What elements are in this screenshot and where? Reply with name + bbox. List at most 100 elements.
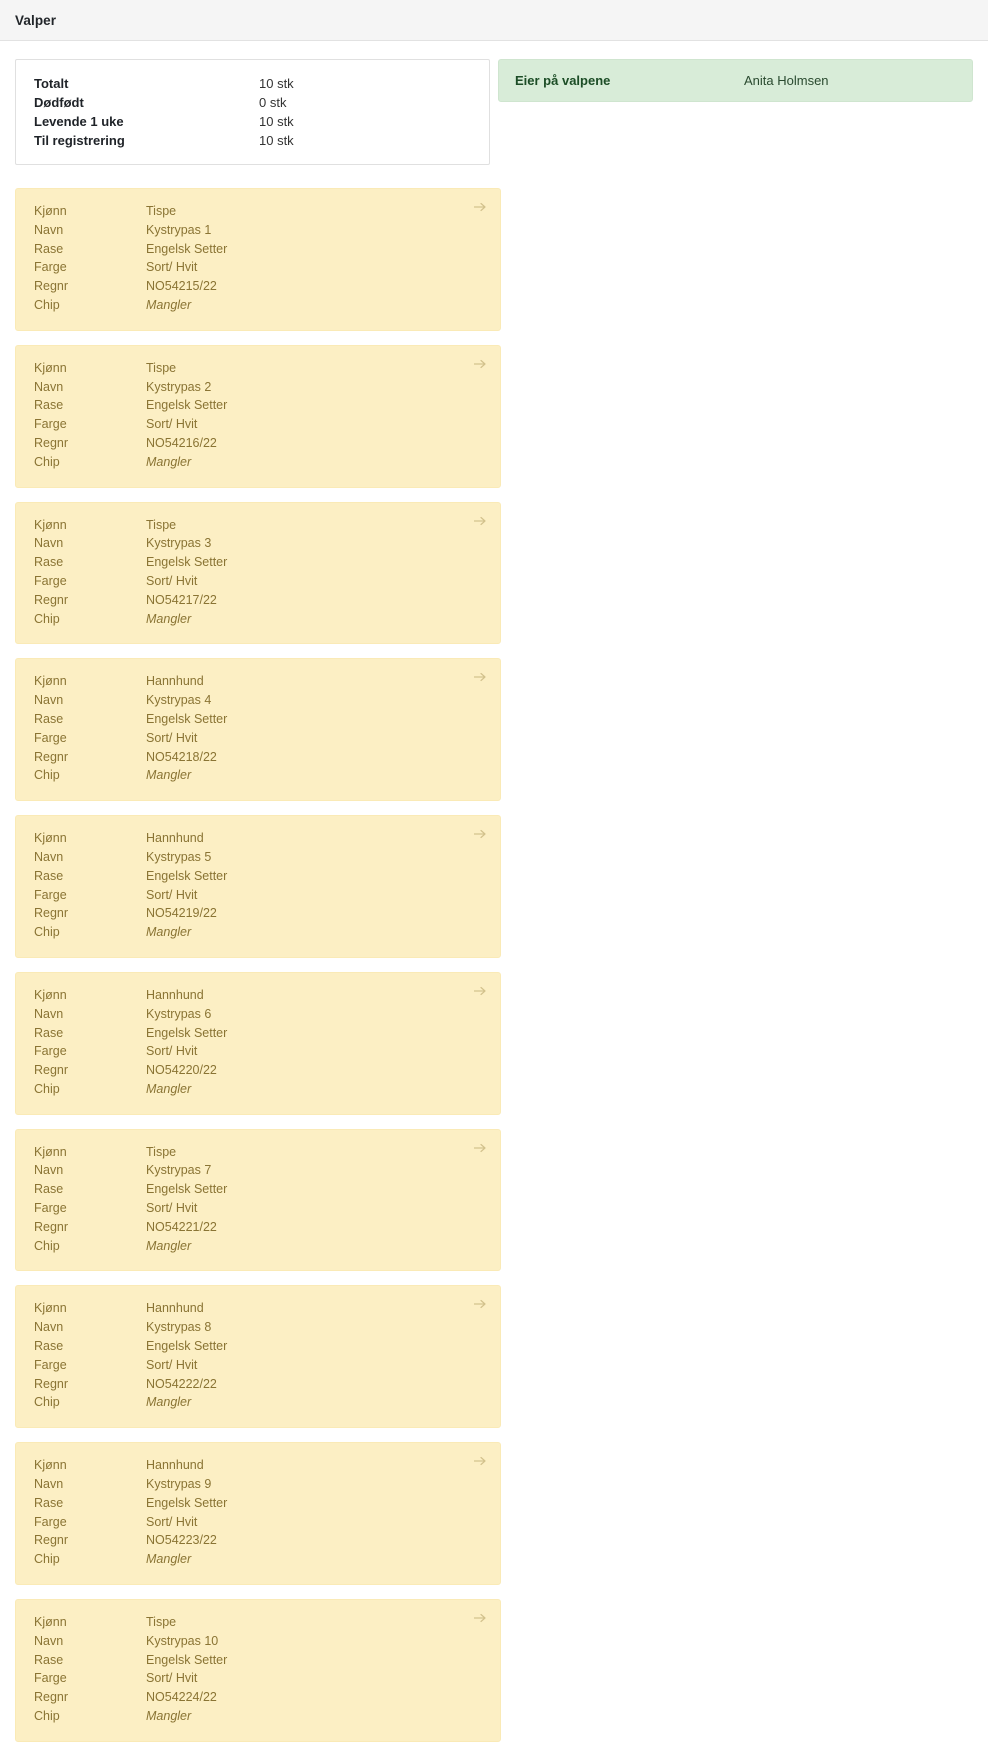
- puppy-field-row: Farge Sort/ Hvit: [34, 1669, 227, 1688]
- puppy-field-label-regnr: Regnr: [34, 906, 69, 921]
- puppy-field-row: Chip Mangler: [34, 453, 227, 472]
- puppy-card[interactable]: Kjønn Tispe Navn Kystrypas 7 Rase Engelsk Set…: [15, 1128, 501, 1272]
- puppy-field-label-navn: Navn: [34, 1006, 64, 1021]
- puppy-field-label-navn: Navn: [34, 693, 64, 708]
- arrow-right-icon[interactable]: [472, 1140, 488, 1156]
- puppy-field-label-chip: Chip: [34, 1081, 60, 1096]
- puppy-detail-table: Kjønn Hannhund Navn Kystrypas 5 Rase Engelsk …: [34, 829, 227, 942]
- puppy-field-row: Chip Mangler: [34, 1393, 227, 1412]
- arrow-right-icon[interactable]: [472, 826, 488, 842]
- puppy-field-row: Kjønn Tispe: [34, 202, 227, 221]
- puppy-field-row: Kjønn Tispe: [34, 516, 227, 535]
- puppy-field-row: Navn Kystrypas 6: [34, 1005, 227, 1024]
- puppy-field-label-rase: Rase: [34, 241, 64, 256]
- puppy-detail-body: Kjønn Tispe Navn Kystrypas 2 Rase Engelsk Set…: [34, 359, 227, 472]
- puppy-field-row: Kjønn Tispe: [34, 359, 227, 378]
- puppy-card[interactable]: Kjønn Hannhund Navn Kystrypas 6 Rase Engelsk …: [15, 971, 501, 1115]
- page-title: Valper: [15, 12, 57, 28]
- puppy-detail-table: Kjønn Tispe Navn Kystrypas 1 Rase Engelsk Set…: [34, 202, 227, 315]
- puppy-field-row: Regnr NO54219/22: [34, 904, 227, 923]
- puppy-field-row: Navn Kystrypas 2: [34, 378, 227, 397]
- owner-label: Eier på valpene: [515, 73, 611, 88]
- puppy-field-label-farge: Farge: [34, 730, 67, 745]
- puppy-field-value-chip: Mangler: [146, 925, 192, 940]
- puppy-field-value-farge: Sort/ Hvit: [146, 1044, 198, 1059]
- puppy-card[interactable]: Kjønn Tispe Navn Kystrypas 3 Rase Engelsk Set…: [15, 501, 501, 645]
- puppy-field-value-regnr: NO54215/22: [146, 279, 217, 294]
- arrow-right-icon[interactable]: [472, 983, 488, 999]
- summary-value: 0 stk: [259, 95, 287, 110]
- arrow-right-icon[interactable]: [472, 1453, 488, 1469]
- puppy-field-label-navn: Navn: [34, 222, 64, 237]
- summary-row: Til registrering 10 stk: [34, 134, 471, 148]
- summary-value: 10 stk: [259, 76, 294, 91]
- puppy-card[interactable]: Kjønn Hannhund Navn Kystrypas 5 Rase Engelsk …: [15, 815, 501, 958]
- puppy-field-row: Regnr NO54220/22: [34, 1061, 227, 1080]
- puppy-card[interactable]: Kjønn Hannhund Navn Kystrypas 4 Rase Engelsk …: [15, 658, 501, 802]
- puppy-field-row: Regnr NO54215/22: [34, 277, 227, 296]
- litter-summary-panel: Totalt 10 stk Dødfødt 0 stk Levende 1 uke 10 …: [15, 59, 490, 165]
- puppy-field-value-kjonn: Hannhund: [146, 1301, 204, 1316]
- puppy-field-label-regnr: Regnr: [34, 592, 69, 607]
- puppy-field-row: Farge Sort/ Hvit: [34, 1042, 227, 1061]
- puppy-card[interactable]: Kjønn Tispe Navn Kystrypas 2 Rase Engelsk Set…: [15, 344, 501, 488]
- puppy-field-row: Farge Sort/ Hvit: [34, 415, 227, 434]
- puppy-field-value-farge: Sort/ Hvit: [146, 573, 198, 588]
- arrow-right-icon[interactable]: [472, 1610, 488, 1626]
- owner-column: Eier på valpene Anita Holmsen: [494, 59, 977, 102]
- puppy-field-value-kjonn: Tispe: [146, 360, 177, 375]
- puppy-field-value-rase: Engelsk Setter: [146, 555, 228, 570]
- puppy-field-row: Rase Engelsk Setter: [34, 553, 227, 572]
- puppy-field-row: Farge Sort/ Hvit: [34, 572, 227, 591]
- puppy-detail-body: Kjønn Tispe Navn Kystrypas 10 Rase Engelsk Se…: [34, 1613, 227, 1726]
- puppy-field-row: Chip Mangler: [34, 1550, 227, 1569]
- arrow-right-icon[interactable]: [472, 1296, 488, 1312]
- puppy-field-row: Rase Engelsk Setter: [34, 1494, 227, 1513]
- puppy-field-value-regnr: NO54222/22: [146, 1376, 217, 1391]
- puppy-field-row: Regnr NO54216/22: [34, 434, 227, 453]
- puppy-field-label-chip: Chip: [34, 925, 60, 940]
- arrow-right-icon[interactable]: [472, 199, 488, 215]
- puppy-field-value-regnr: NO54216/22: [146, 435, 217, 450]
- puppy-detail-body: Kjønn Tispe Navn Kystrypas 7 Rase Engelsk Set…: [34, 1143, 227, 1256]
- puppy-detail-body: Kjønn Hannhund Navn Kystrypas 8 Rase Engelsk …: [34, 1299, 227, 1412]
- puppy-field-row: Farge Sort/ Hvit: [34, 886, 227, 905]
- puppy-card[interactable]: Kjønn Hannhund Navn Kystrypas 8 Rase Engelsk …: [15, 1285, 501, 1429]
- puppy-field-value-navn: Kystrypas 6: [146, 1006, 212, 1021]
- puppy-field-value-regnr: NO54218/22: [146, 749, 217, 764]
- puppy-field-label-chip: Chip: [34, 454, 60, 469]
- puppy-field-row: Chip Mangler: [34, 610, 227, 629]
- puppy-field-value-navn: Kystrypas 5: [146, 849, 212, 864]
- puppy-field-label-kjonn: Kjønn: [34, 204, 67, 218]
- puppy-card[interactable]: Kjønn Tispe Navn Kystrypas 1 Rase Engelsk Set…: [15, 188, 501, 331]
- puppy-field-value-kjonn: Hannhund: [146, 674, 204, 689]
- summary-label: Totalt: [34, 76, 69, 91]
- puppy-field-row: Chip Mangler: [34, 1707, 227, 1726]
- puppy-field-value-regnr: NO54221/22: [146, 1219, 217, 1234]
- puppy-field-label-rase: Rase: [34, 1495, 64, 1510]
- puppy-card[interactable]: Kjønn Tispe Navn Kystrypas 10 Rase Engelsk Se…: [15, 1599, 501, 1742]
- puppy-field-value-farge: Sort/ Hvit: [146, 1671, 198, 1686]
- puppy-field-row: Rase Engelsk Setter: [34, 710, 227, 729]
- puppy-cell: Kjønn Tispe Navn Kystrypas 7 Rase Engelsk Set…: [11, 1128, 505, 1272]
- puppy-field-value-rase: Engelsk Setter: [146, 1652, 228, 1667]
- puppy-field-label-rase: Rase: [34, 868, 64, 883]
- arrow-right-icon[interactable]: [472, 513, 488, 529]
- puppy-field-label-navn: Navn: [34, 379, 64, 394]
- puppy-field-row: Farge Sort/ Hvit: [34, 1356, 227, 1375]
- summary-label: Til registrering: [34, 133, 125, 148]
- puppy-card[interactable]: Kjønn Hannhund Navn Kystrypas 9 Rase Engelsk …: [15, 1442, 501, 1586]
- puppy-field-row: Rase Engelsk Setter: [34, 867, 227, 886]
- arrow-right-icon[interactable]: [472, 356, 488, 372]
- puppy-field-label-chip: Chip: [34, 768, 60, 783]
- arrow-right-icon[interactable]: [472, 669, 488, 685]
- puppy-field-row: Chip Mangler: [34, 296, 227, 315]
- puppy-field-row: Kjønn Hannhund: [34, 1299, 227, 1318]
- puppy-field-label-kjonn: Kjønn: [34, 1458, 67, 1473]
- litter-summary-table: Totalt 10 stk Dødfødt 0 stk Levende 1 uke 10 …: [34, 77, 471, 148]
- summary-row: Dødfødt 0 stk: [34, 96, 471, 115]
- puppy-field-row: Rase Engelsk Setter: [34, 240, 227, 259]
- puppy-field-value-rase: Engelsk Setter: [146, 868, 228, 883]
- puppy-field-value-chip: Mangler: [146, 1238, 192, 1253]
- puppy-field-label-rase: Rase: [34, 1339, 64, 1354]
